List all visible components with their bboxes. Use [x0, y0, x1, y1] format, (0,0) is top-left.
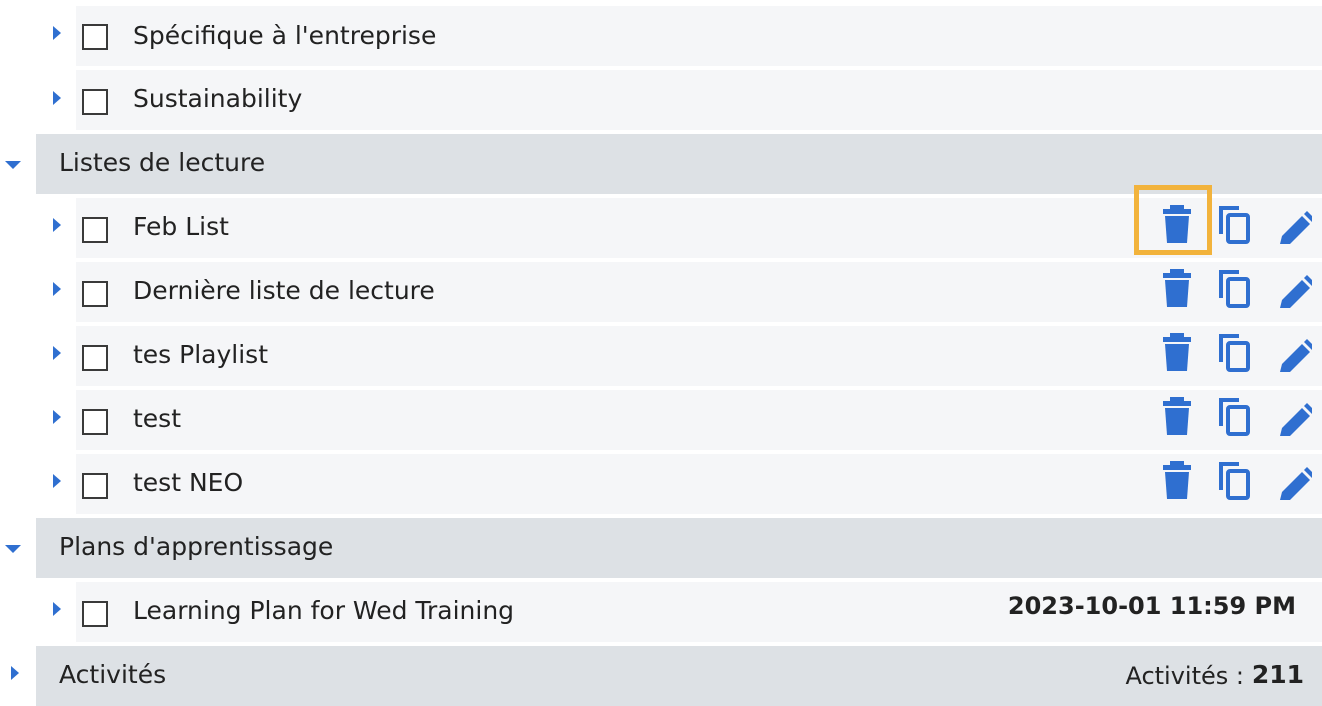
group-header-learning-plans[interactable]: Plans d'apprentissage [0, 516, 1322, 578]
due-date: 2023-10-01 11:59 PM [1007, 592, 1296, 620]
trash-icon[interactable] [1160, 396, 1194, 436]
item-label: test [133, 404, 182, 433]
item-label: Sustainability [133, 84, 303, 113]
tree-item[interactable]: Spécifique à l'entreprise [0, 4, 1322, 66]
expand-caret-icon[interactable] [53, 346, 61, 360]
copy-icon[interactable] [1217, 460, 1251, 500]
reading-list-item[interactable]: test [0, 388, 1322, 450]
expand-caret-icon[interactable] [53, 26, 61, 40]
pencil-icon[interactable] [1278, 270, 1312, 310]
expand-caret-icon[interactable] [53, 91, 61, 105]
reading-list-item[interactable]: Dernière liste de lecture [0, 260, 1322, 322]
collapse-caret-icon[interactable] [5, 545, 21, 553]
group-header-activities[interactable]: Activités Activités : 211 [0, 644, 1322, 706]
item-label: Feb List [133, 212, 229, 241]
expand-caret-icon[interactable] [53, 282, 61, 296]
row-checkbox[interactable] [82, 345, 108, 371]
highlight-box [1134, 185, 1212, 255]
collapse-caret-icon[interactable] [5, 161, 21, 169]
item-label: tes Playlist [133, 340, 269, 369]
row-checkbox[interactable] [82, 409, 108, 435]
expand-caret-icon[interactable] [53, 474, 61, 488]
row-checkbox[interactable] [82, 473, 108, 499]
copy-icon[interactable] [1217, 396, 1251, 436]
pencil-icon[interactable] [1278, 398, 1312, 438]
row-checkbox[interactable] [82, 24, 108, 50]
item-label: test NEO [133, 468, 244, 497]
expand-caret-icon[interactable] [53, 218, 61, 232]
copy-icon[interactable] [1217, 332, 1251, 372]
pencil-icon[interactable] [1278, 334, 1312, 374]
copy-icon[interactable] [1217, 204, 1251, 244]
learning-plan-item[interactable]: Learning Plan for Wed Training 2023-10-0… [0, 580, 1322, 642]
activities-count-label: Activités : [1125, 662, 1244, 690]
activities-count-value: 211 [1251, 660, 1304, 689]
copy-icon[interactable] [1217, 268, 1251, 308]
reading-list-item[interactable]: tes Playlist [0, 324, 1322, 386]
expand-caret-icon[interactable] [11, 666, 19, 680]
row-background [76, 388, 1322, 450]
row-background [76, 452, 1322, 514]
reading-list-item[interactable]: Feb List [0, 196, 1322, 258]
reading-list-item[interactable]: test NEO [0, 452, 1322, 514]
trash-icon[interactable] [1160, 332, 1194, 372]
pencil-icon[interactable] [1278, 206, 1312, 246]
tree-item[interactable]: Sustainability [0, 68, 1322, 130]
row-checkbox[interactable] [82, 601, 108, 627]
row-checkbox[interactable] [82, 281, 108, 307]
expand-caret-icon[interactable] [53, 410, 61, 424]
trash-icon[interactable] [1160, 460, 1194, 500]
pencil-icon[interactable] [1278, 462, 1312, 502]
group-label: Plans d'apprentissage [59, 532, 334, 561]
group-header-reading-lists[interactable]: Listes de lecture [0, 132, 1322, 194]
trash-icon[interactable] [1160, 268, 1194, 308]
content-tree: Spécifique à l'entreprise Sustainability… [0, 0, 1322, 706]
row-checkbox[interactable] [82, 89, 108, 115]
expand-caret-icon[interactable] [53, 602, 61, 616]
item-label: Dernière liste de lecture [133, 276, 435, 305]
row-checkbox[interactable] [82, 217, 108, 243]
item-label: Spécifique à l'entreprise [133, 21, 437, 50]
group-label: Listes de lecture [59, 148, 266, 177]
item-label: Learning Plan for Wed Training [133, 596, 515, 625]
group-label: Activités [59, 660, 167, 689]
